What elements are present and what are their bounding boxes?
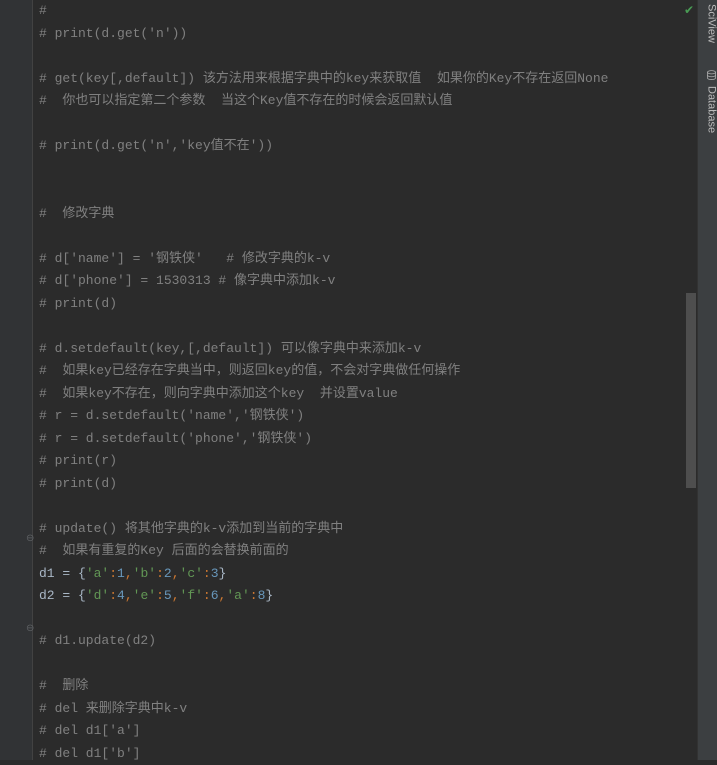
code-line[interactable] (39, 113, 717, 136)
code-line[interactable] (39, 653, 717, 676)
code-line[interactable] (39, 45, 717, 68)
code-line[interactable]: # print(d.get('n')) (39, 23, 717, 46)
code-line[interactable]: d2 = {'d':4,'e':5,'f':6,'a':8} (39, 585, 717, 608)
code-line[interactable]: # del 来删除字典中k-v (39, 698, 717, 721)
code-line[interactable]: # del d1['a'] (39, 720, 717, 743)
editor-container: ⊖ ⊖ ## print(d.get('n')) # get(key[,defa… (0, 0, 717, 760)
code-line[interactable]: # 删除 (39, 675, 717, 698)
code-line[interactable]: # d.setdefault(key,[,default]) 可以像字典中来添加… (39, 338, 717, 361)
code-line[interactable]: # d['name'] = '钢铁侠' # 修改字典的k-v (39, 248, 717, 271)
code-line[interactable]: # 修改字典 (39, 203, 717, 226)
code-line[interactable]: # 如果key已经存在字典当中，则返回key的值，不会对字典做任何操作 (39, 360, 717, 383)
database-icon (705, 69, 717, 82)
code-line[interactable]: # r = d.setdefault('phone','钢铁侠') (39, 428, 717, 451)
code-line[interactable] (39, 158, 717, 181)
code-line[interactable]: # 你也可以指定第二个参数 当这个Key值不存在的时候会返回默认值 (39, 90, 717, 113)
code-line[interactable]: d1 = {'a':1,'b':2,'c':3} (39, 563, 717, 586)
gutter: ⊖ ⊖ (0, 0, 33, 760)
code-line[interactable]: # print(d) (39, 293, 717, 316)
code-line[interactable] (39, 315, 717, 338)
code-line[interactable]: # update() 将其他字典的k-v添加到当前的字典中 (39, 518, 717, 541)
code-line[interactable] (39, 180, 717, 203)
code-line[interactable]: # get(key[,default]) 该方法用来根据字典中的key来获取值 … (39, 68, 717, 91)
code-line[interactable] (39, 225, 717, 248)
code-line[interactable]: # 如果有重复的Key 后面的会替换前面的 (39, 540, 717, 563)
code-line[interactable]: # d1.update(d2) (39, 630, 717, 653)
database-tab[interactable]: Database (698, 65, 717, 137)
code-line[interactable] (39, 495, 717, 518)
code-line[interactable]: # print(d.get('n','key值不在')) (39, 135, 717, 158)
code-area[interactable]: ## print(d.get('n')) # get(key[,default]… (33, 0, 717, 760)
code-line[interactable]: # (39, 0, 717, 23)
code-line[interactable]: # del d1['b'] (39, 743, 717, 765)
code-line[interactable]: # d['phone'] = 1530313 # 像字典中添加k-v (39, 270, 717, 293)
code-line[interactable]: # 如果key不存在，则向字典中添加这个key 并设置value (39, 383, 717, 406)
sciview-tab[interactable]: SciView (698, 0, 717, 47)
sciview-label: SciView (700, 4, 717, 43)
scrollbar-thumb[interactable] (686, 293, 696, 488)
code-line[interactable]: # print(d) (39, 473, 717, 496)
inspection-check-icon[interactable]: ✔ (684, 0, 694, 23)
side-tabs: SciView Database (697, 0, 717, 760)
code-line[interactable]: # r = d.setdefault('name','钢铁侠') (39, 405, 717, 428)
code-line[interactable]: # print(r) (39, 450, 717, 473)
database-label: Database (700, 86, 717, 133)
code-line[interactable] (39, 608, 717, 631)
